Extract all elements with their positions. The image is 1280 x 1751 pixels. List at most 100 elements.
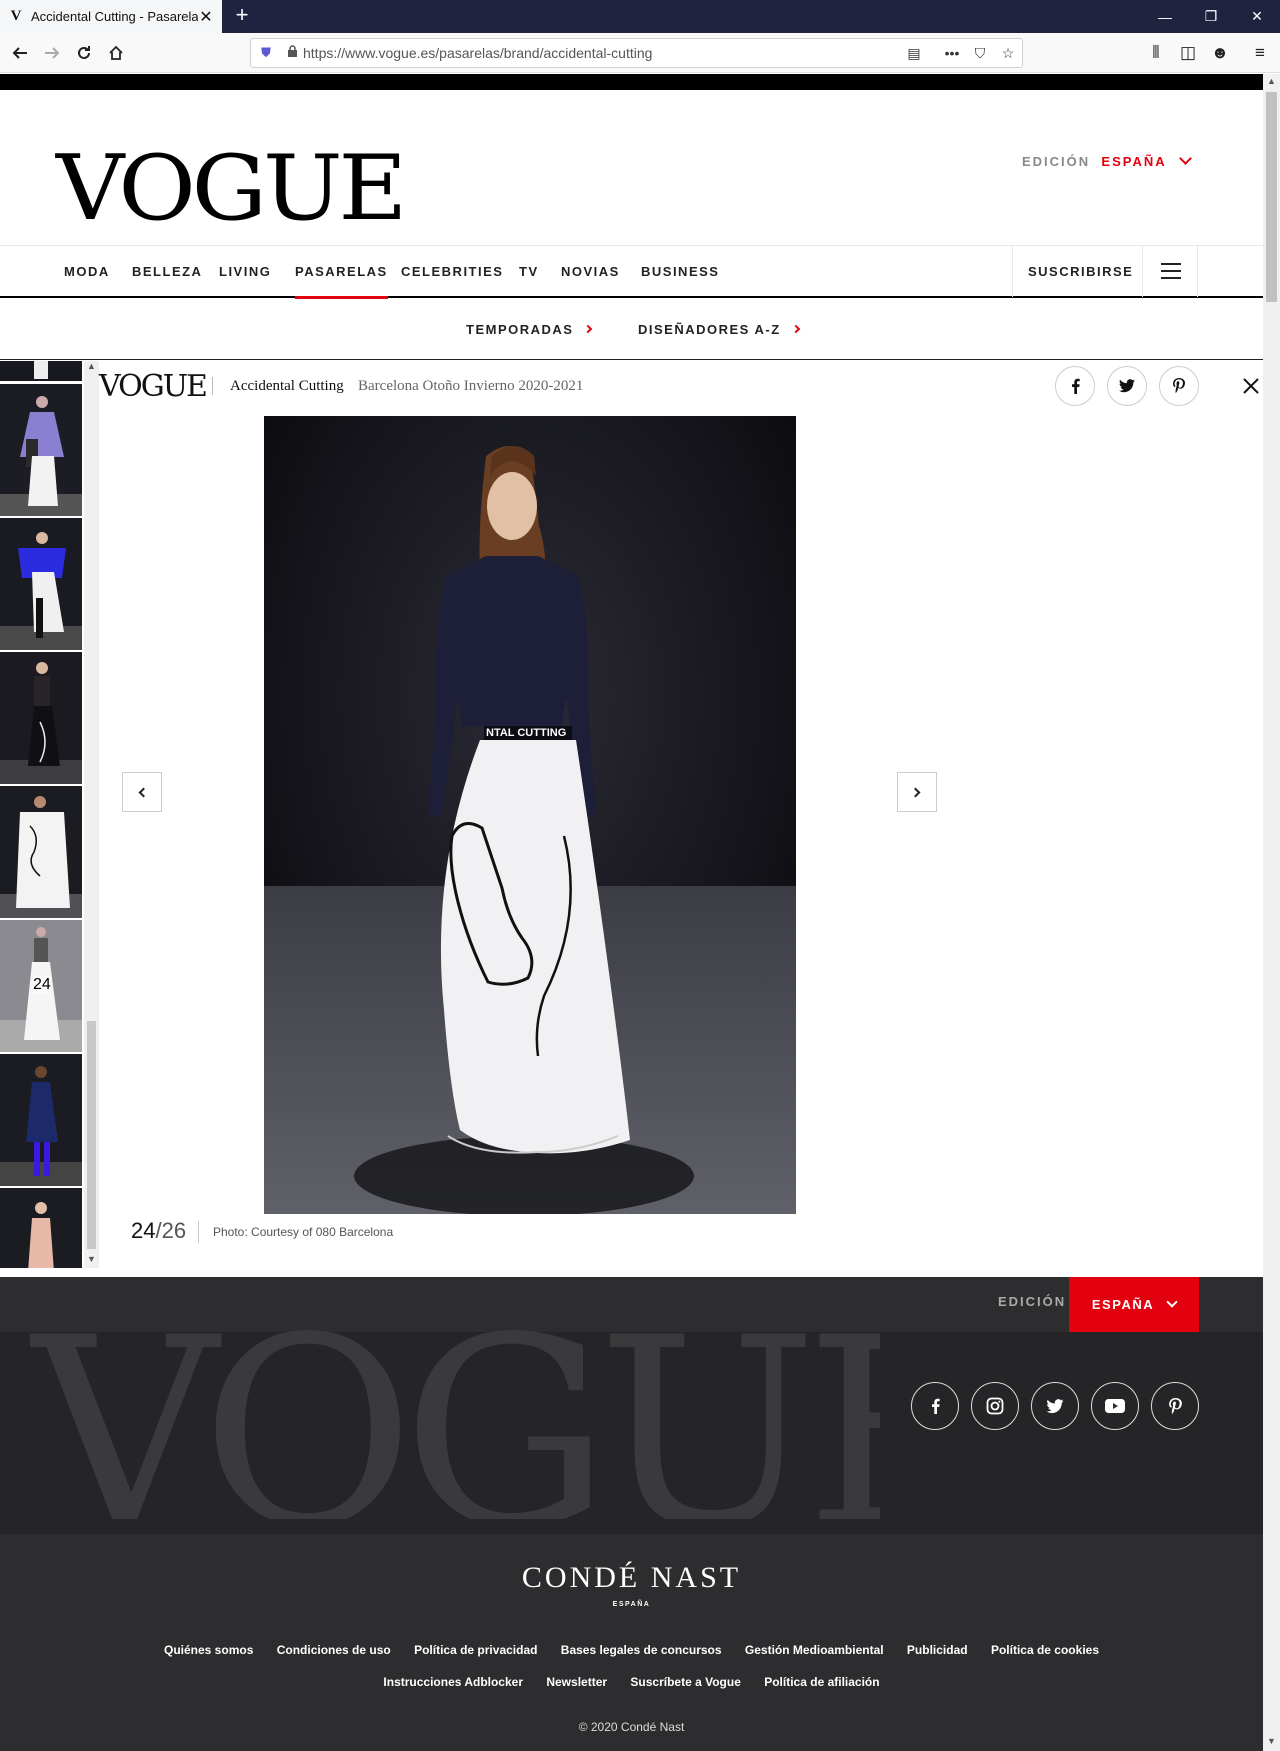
- browser-nav-bar: ⛊ https://www.vogue.es/pasarelas/brand/a…: [0, 33, 1280, 73]
- nav-item-belleza[interactable]: BELLEZA: [132, 246, 202, 297]
- menu-icon[interactable]: ≡: [1248, 41, 1272, 65]
- thumbnail[interactable]: [0, 361, 82, 381]
- footer-twitter-link[interactable]: [1031, 1382, 1079, 1430]
- belt-text: NTAL CUTTING: [486, 727, 566, 739]
- thumbnail[interactable]: 24: [0, 920, 82, 1052]
- pinterest-icon: [1168, 1397, 1182, 1414]
- restore-window-button[interactable]: ❐: [1188, 0, 1234, 33]
- footer-link-publicidad[interactable]: Publicidad: [907, 1643, 968, 1657]
- footer-edition-button[interactable]: ESPAÑA: [1069, 1277, 1199, 1332]
- footer-pinterest-link[interactable]: [1151, 1382, 1199, 1430]
- footer-link-newsletter[interactable]: Newsletter: [546, 1675, 607, 1689]
- footer-link-privacidad[interactable]: Política de privacidad: [414, 1643, 537, 1657]
- nav-divider: [1012, 246, 1013, 297]
- chevron-left-icon: [138, 787, 149, 797]
- twitter-icon: [1046, 1398, 1064, 1413]
- reload-icon[interactable]: [72, 41, 96, 65]
- close-tab-icon[interactable]: ✕: [198, 7, 214, 27]
- edition-selector[interactable]: EDICIÓN ESPAÑA: [1022, 152, 1192, 169]
- footer-link-suscribete[interactable]: Suscríbete a Vogue: [630, 1675, 740, 1689]
- new-tab-button[interactable]: +: [230, 4, 254, 28]
- thumbnail-strip: 24: [0, 361, 82, 1268]
- scroll-up-icon[interactable]: ▲: [84, 361, 99, 371]
- forward-button[interactable]: [40, 41, 64, 65]
- instagram-icon: [986, 1397, 1004, 1415]
- sidebar-icon[interactable]: ◫: [1176, 41, 1200, 65]
- footer-facebook-link[interactable]: [911, 1382, 959, 1430]
- scroll-up-icon[interactable]: ▲: [1263, 76, 1280, 86]
- footer-link-condiciones[interactable]: Condiciones de uso: [277, 1643, 391, 1657]
- header-divider: [212, 377, 213, 395]
- footer-youtube-link[interactable]: [1091, 1382, 1139, 1430]
- tracking-shield-icon[interactable]: ⛊: [251, 45, 281, 61]
- next-photo-button[interactable]: [897, 772, 937, 812]
- footer-vogue-watermark: VOGUE: [30, 1317, 880, 1519]
- facebook-icon: [1072, 378, 1080, 394]
- thumbnail-scrollbar[interactable]: ▲ ▼: [84, 361, 99, 1268]
- lock-icon[interactable]: [281, 45, 303, 61]
- gallery-vogue-logo[interactable]: VOGUE: [99, 369, 208, 404]
- facebook-share-button[interactable]: [1055, 366, 1095, 406]
- hamburger-menu-icon[interactable]: [1161, 263, 1181, 279]
- close-gallery-icon[interactable]: [1240, 375, 1262, 397]
- subnav-disenadores[interactable]: DISEÑADORES A-Z: [638, 322, 800, 337]
- footer-link-quienes-somos[interactable]: Quiénes somos: [164, 1643, 253, 1657]
- nav-item-celebrities[interactable]: CELEBRITIES: [401, 246, 503, 297]
- browser-tab[interactable]: V Accidental Cutting - Pasarelas | Vogue…: [0, 0, 222, 33]
- nav-item-business[interactable]: BUSINESS: [641, 246, 719, 297]
- thumbnail[interactable]: [0, 786, 82, 918]
- back-button[interactable]: [8, 41, 32, 65]
- previous-photo-button[interactable]: [122, 772, 162, 812]
- pocket-icon[interactable]: ⛉: [966, 45, 994, 62]
- scroll-down-icon[interactable]: ▼: [84, 1254, 99, 1264]
- twitter-icon: [1119, 379, 1135, 393]
- main-nav: MODA BELLEZA LIVING PASARELAS CELEBRITIE…: [0, 245, 1263, 299]
- reader-view-icon[interactable]: ▤: [900, 45, 928, 62]
- url-bar[interactable]: ⛊ https://www.vogue.es/pasarelas/brand/a…: [250, 38, 1023, 68]
- footer-link-bases-legales[interactable]: Bases legales de concursos: [561, 1643, 722, 1657]
- scrollbar-thumb[interactable]: [87, 1021, 96, 1249]
- footer-link-afiliacion[interactable]: Política de afiliación: [764, 1675, 879, 1689]
- thumbnail[interactable]: [0, 652, 82, 784]
- footer-link-gestion-medioambiental[interactable]: Gestión Medioambiental: [745, 1643, 884, 1657]
- footer-edition-value: ESPAÑA: [1091, 1297, 1155, 1312]
- url-text: https://www.vogue.es/pasarelas/brand/acc…: [303, 45, 653, 61]
- nav-item-living[interactable]: LIVING: [219, 246, 271, 297]
- footer-instagram-link[interactable]: [971, 1382, 1019, 1430]
- scroll-down-icon[interactable]: ▼: [1263, 1736, 1280, 1746]
- subscribe-link[interactable]: SUSCRIBIRSE: [1028, 246, 1133, 297]
- thumbnail[interactable]: [0, 1054, 82, 1186]
- thumbnail[interactable]: [0, 384, 82, 516]
- photo-credit: Photo: Courtesy of 080 Barcelona: [198, 1221, 393, 1243]
- conde-nast-logo[interactable]: CONDÉ NAST: [0, 1561, 1263, 1595]
- nav-item-novias[interactable]: NOVIAS: [561, 246, 620, 297]
- scrollbar-thumb[interactable]: [1266, 92, 1277, 302]
- account-icon[interactable]: ☻: [1208, 41, 1232, 65]
- sub-nav: TEMPORADAS DISEÑADORES A-Z: [0, 302, 1263, 360]
- vogue-logo[interactable]: VOGUE: [56, 144, 407, 234]
- subnav-label: TEMPORADAS: [466, 322, 574, 337]
- page-scrollbar[interactable]: ▲ ▼: [1263, 74, 1280, 1751]
- minimize-window-button[interactable]: —: [1142, 0, 1188, 33]
- chevron-down-icon: [1178, 152, 1192, 165]
- nav-item-tv[interactable]: TV: [519, 246, 539, 297]
- home-icon[interactable]: [104, 41, 128, 65]
- footer-edition-label: EDICIÓN: [998, 1294, 1067, 1309]
- footer-link-cookies[interactable]: Política de cookies: [991, 1643, 1099, 1657]
- close-window-button[interactable]: ✕: [1234, 0, 1280, 33]
- thumbnail[interactable]: [0, 518, 82, 650]
- gallery-brand: Accidental Cutting: [230, 378, 344, 394]
- thumbnail[interactable]: [0, 1188, 82, 1268]
- footer-link-adblocker[interactable]: Instrucciones Adblocker: [383, 1675, 523, 1689]
- pinterest-share-button[interactable]: [1159, 366, 1199, 406]
- footer-links-row-2: Instrucciones Adblocker Newsletter Suscr…: [0, 1675, 1263, 1689]
- bookmark-star-icon[interactable]: ☆: [994, 45, 1022, 62]
- nav-item-pasarelas[interactable]: PASARELAS: [295, 246, 388, 299]
- thumbnail-number: 24: [33, 976, 51, 994]
- page-actions-icon[interactable]: •••: [938, 45, 966, 61]
- library-icon[interactable]: ⫴: [1144, 41, 1168, 65]
- nav-item-moda[interactable]: MODA: [64, 246, 110, 297]
- twitter-share-button[interactable]: [1107, 366, 1147, 406]
- youtube-icon: [1105, 1399, 1125, 1413]
- subnav-temporadas[interactable]: TEMPORADAS: [466, 322, 593, 337]
